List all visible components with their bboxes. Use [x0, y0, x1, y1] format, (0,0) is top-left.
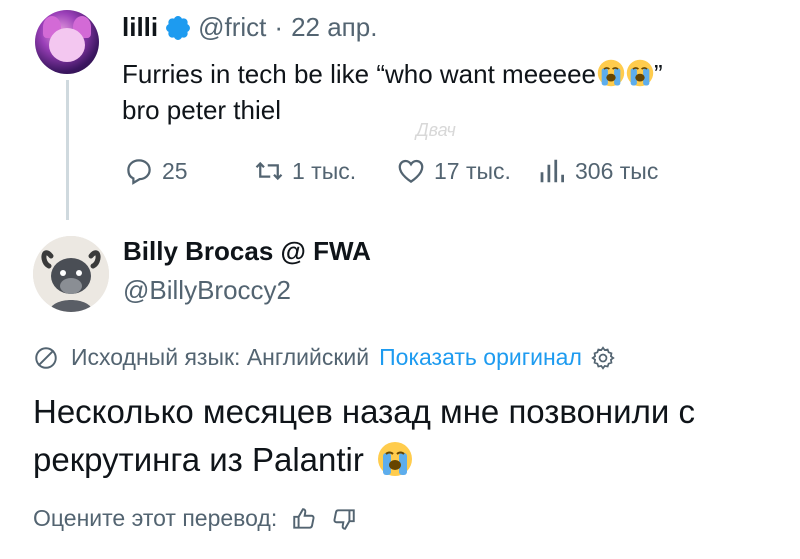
reply-text-line2: рекрутинга из Palantir [33, 441, 364, 478]
like-icon [398, 159, 424, 183]
like-count: 17 тыс. [434, 157, 511, 184]
reply-text-line1: Несколько месяцев назад мне позвонили с [33, 393, 695, 430]
tweet-date[interactable]: 22 апр. [291, 12, 377, 43]
source-language-label: Исходный язык: Английский [71, 344, 370, 370]
watermark: Двач [416, 120, 456, 140]
thumbs-down-icon[interactable] [331, 506, 357, 532]
repost-icon [255, 161, 283, 181]
tweet-actions: 25 1 тыс. 17 тыс. 306 тыс [124, 156, 724, 190]
reply-button[interactable]: 25 [124, 156, 188, 186]
translation-info: Исходный язык: Английский Показать ориги… [33, 344, 628, 371]
tweet-header: lilli @frict · 22 апр. [122, 12, 377, 43]
tweet-text-quote-end: ” [654, 59, 663, 89]
gear-icon[interactable] [590, 345, 616, 371]
thumbs-up-icon[interactable] [291, 506, 317, 532]
views-count: 306 тыс [575, 157, 659, 184]
author-handle[interactable]: @frict [198, 12, 266, 43]
reply-icon [127, 159, 151, 185]
author-avatar[interactable] [35, 10, 99, 74]
tweet-text: Furries in tech be like “who want meeeee… [122, 56, 772, 128]
views-button[interactable]: 306 тыс [537, 156, 658, 186]
rate-translation: Оцените этот перевод: [33, 505, 357, 532]
like-button[interactable]: 17 тыс. [396, 156, 511, 186]
rate-translation-label: Оцените этот перевод: [33, 505, 278, 531]
verified-badge-icon [166, 15, 191, 40]
reply-count: 25 [162, 157, 188, 184]
crying-emoji-icon [597, 59, 625, 87]
repost-count: 1 тыс. [292, 157, 357, 184]
show-original-link[interactable]: Показать оригинал [379, 344, 582, 371]
avatar-illustration [33, 236, 109, 312]
reply-author-avatar[interactable] [33, 236, 109, 312]
thread-line [66, 80, 69, 220]
translate-icon [35, 346, 57, 369]
crying-emoji-icon [378, 442, 413, 476]
crying-emoji-icon [626, 59, 654, 87]
reply-text: Несколько месяцев назад мне позвонили с … [33, 388, 773, 484]
views-icon [540, 159, 564, 183]
tweet-text-line1: Furries in tech be like “who want meeeee [122, 59, 597, 89]
reply-author-handle[interactable]: @BillyBroccy2 [123, 275, 291, 306]
repost-button[interactable]: 1 тыс. [254, 156, 356, 186]
reply-author-name[interactable]: Billy Brocas @ FWA [123, 236, 371, 267]
author-name[interactable]: lilli [122, 12, 158, 43]
separator-dot: · [274, 12, 284, 42]
tweet-text-line2: bro peter thiel [122, 95, 281, 125]
